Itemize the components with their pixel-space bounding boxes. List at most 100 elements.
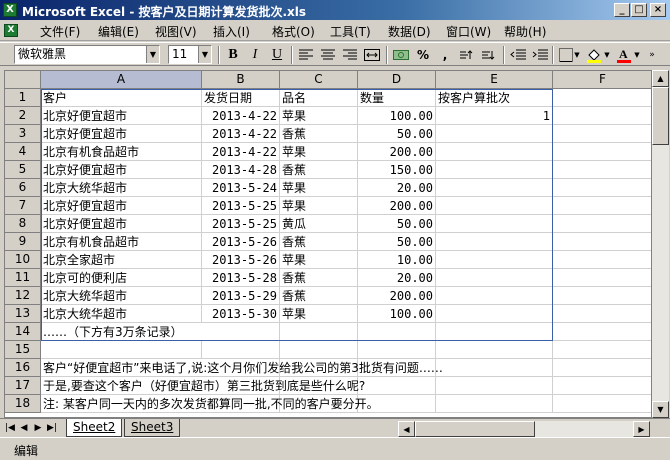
cell-d11[interactable]: 20.00 <box>358 269 436 287</box>
cell-b12[interactable]: 2013-5-29 <box>202 287 280 305</box>
menu-insert[interactable]: 插入(I) <box>213 23 250 40</box>
cell-c15[interactable] <box>280 341 358 359</box>
cell-e3[interactable] <box>436 125 553 143</box>
cell-c11[interactable]: 香蕉 <box>280 269 358 287</box>
cell-a14[interactable]: ……（下方有3万条记录） <box>41 323 651 341</box>
align-center-icon[interactable] <box>318 45 338 65</box>
cell-c9[interactable]: 香蕉 <box>280 233 358 251</box>
cell-d13[interactable]: 100.00 <box>358 305 436 323</box>
cell-d5[interactable]: 150.00 <box>358 161 436 179</box>
cell-d15[interactable] <box>358 341 436 359</box>
cell-e11[interactable] <box>436 269 553 287</box>
align-right-icon[interactable] <box>340 45 360 65</box>
cell-d2[interactable]: 100.00 <box>358 107 436 125</box>
row-header-12[interactable]: 12 <box>5 287 41 305</box>
cell-b7[interactable]: 2013-5-25 <box>202 197 280 215</box>
cell-e10[interactable] <box>436 251 553 269</box>
cell-a13[interactable]: 北京大统华超市 <box>41 305 202 323</box>
excel-app-icon[interactable]: X <box>3 3 17 17</box>
tab-sheet2[interactable]: Sheet2 <box>66 419 123 437</box>
scroll-left-icon[interactable]: ◀ <box>398 421 415 437</box>
column-header-d[interactable]: D <box>358 71 436 89</box>
menu-view[interactable]: 视图(V) <box>155 23 197 40</box>
cell-a11[interactable]: 北京可的便利店 <box>41 269 202 287</box>
vertical-scroll-thumb[interactable] <box>652 87 669 145</box>
row-header-6[interactable]: 6 <box>5 179 41 197</box>
font-name-combo[interactable]: 微软雅黑 ▼ <box>14 45 160 64</box>
cell-a3[interactable]: 北京好便宜超市 <box>41 125 202 143</box>
cell-b13[interactable]: 2013-5-30 <box>202 305 280 323</box>
increase-indent-icon[interactable] <box>530 45 550 65</box>
row-header-2[interactable]: 2 <box>5 107 41 125</box>
cell-f8[interactable] <box>553 215 651 233</box>
cell-f9[interactable] <box>553 233 651 251</box>
row-header-4[interactable]: 4 <box>5 143 41 161</box>
menu-edit[interactable]: 编辑(E) <box>98 23 139 40</box>
vertical-scrollbar[interactable]: ▲ ▼ <box>652 70 669 418</box>
cell-f1[interactable] <box>553 89 651 107</box>
menu-data[interactable]: 数据(D) <box>388 23 431 40</box>
cell-d12[interactable]: 200.00 <box>358 287 436 305</box>
cell-b2[interactable]: 2013-4-22 <box>202 107 280 125</box>
column-header-e[interactable]: E <box>436 71 553 89</box>
decrease-indent-icon[interactable] <box>508 45 528 65</box>
italic-button[interactable]: I <box>245 45 265 65</box>
cell-d9[interactable]: 50.00 <box>358 233 436 251</box>
prev-sheet-icon[interactable]: ◀ <box>18 421 30 436</box>
last-sheet-icon[interactable]: ▶| <box>46 421 58 436</box>
cell-a8[interactable]: 北京好便宜超市 <box>41 215 202 233</box>
cell-e15[interactable] <box>436 341 553 359</box>
cell-e8[interactable] <box>436 215 553 233</box>
cell-a5[interactable]: 北京好便宜超市 <box>41 161 202 179</box>
column-header-c[interactable]: C <box>280 71 358 89</box>
cell-c1[interactable]: 品名 <box>280 89 358 107</box>
cell-f2[interactable] <box>553 107 651 125</box>
select-all-corner[interactable] <box>5 71 41 89</box>
cell-c4[interactable]: 苹果 <box>280 143 358 161</box>
cell-e13[interactable] <box>436 305 553 323</box>
menu-file[interactable]: 文件(F) <box>40 23 80 40</box>
cell-b3[interactable]: 2013-4-22 <box>202 125 280 143</box>
row-header-14[interactable]: 14 <box>5 323 41 341</box>
cell-a6[interactable]: 北京大统华超市 <box>41 179 202 197</box>
align-left-icon[interactable] <box>296 45 316 65</box>
menu-tools[interactable]: 工具(T) <box>330 23 371 40</box>
chevron-down-icon[interactable]: ▼ <box>602 45 612 65</box>
cell-c3[interactable]: 香蕉 <box>280 125 358 143</box>
cell-a7[interactable]: 北京好便宜超市 <box>41 197 202 215</box>
row-header-11[interactable]: 11 <box>5 269 41 287</box>
cell-e1[interactable]: 按客户算批次 <box>436 89 553 107</box>
cell-b4[interactable]: 2013-4-22 <box>202 143 280 161</box>
cell-a17[interactable]: 于是,要查这个客户（好便宜超市）第三批货到底是些什么呢? <box>41 377 651 395</box>
horizontal-scroll-thumb[interactable] <box>415 421 535 437</box>
worksheet-grid[interactable]: A B C D E F 1 客户 发货日期 品名 数量 按客户算批次 2 北京好便宜超市 201… <box>4 70 652 418</box>
cell-d7[interactable]: 200.00 <box>358 197 436 215</box>
cell-f12[interactable] <box>553 287 651 305</box>
cell-b9[interactable]: 2013-5-26 <box>202 233 280 251</box>
row-header-8[interactable]: 8 <box>5 215 41 233</box>
cell-e5[interactable] <box>436 161 553 179</box>
cell-a9[interactable]: 北京有机食品超市 <box>41 233 202 251</box>
cell-e12[interactable] <box>436 287 553 305</box>
cell-a4[interactable]: 北京有机食品超市 <box>41 143 202 161</box>
decrease-decimal-icon[interactable] <box>479 45 499 65</box>
cell-f7[interactable] <box>553 197 651 215</box>
cell-d10[interactable]: 10.00 <box>358 251 436 269</box>
menu-window[interactable]: 窗口(W) <box>446 23 491 40</box>
cell-b11[interactable]: 2013-5-28 <box>202 269 280 287</box>
row-header-9[interactable]: 9 <box>5 233 41 251</box>
cell-a10[interactable]: 北京全家超市 <box>41 251 202 269</box>
cell-b8[interactable]: 2013-5-25 <box>202 215 280 233</box>
font-size-combo[interactable]: 11 ▼ <box>168 45 212 64</box>
first-sheet-icon[interactable]: |◀ <box>4 421 16 436</box>
row-header-15[interactable]: 15 <box>5 341 41 359</box>
chevron-down-icon[interactable]: ▼ <box>146 46 159 63</box>
cell-a2[interactable]: 北京好便宜超市 <box>41 107 202 125</box>
scroll-down-icon[interactable]: ▼ <box>652 401 669 418</box>
column-header-f[interactable]: F <box>553 71 651 89</box>
cell-e7[interactable] <box>436 197 553 215</box>
cell-f10[interactable] <box>553 251 651 269</box>
cell-c2[interactable]: 苹果 <box>280 107 358 125</box>
cell-f3[interactable] <box>553 125 651 143</box>
cell-d6[interactable]: 20.00 <box>358 179 436 197</box>
